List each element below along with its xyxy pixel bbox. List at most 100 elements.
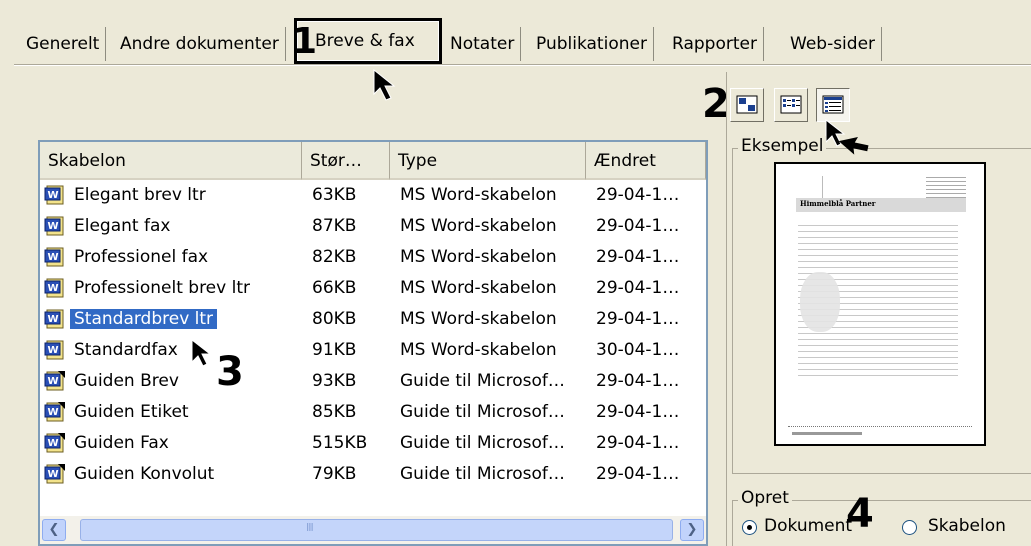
svg-text:W: W	[48, 469, 59, 480]
svg-text:W: W	[48, 376, 59, 387]
cell-type: MS Word-skabelon	[400, 211, 584, 242]
cell-size-text: 79KB	[312, 464, 357, 484]
cell-size-text: 66KB	[312, 278, 357, 298]
cell-modified-text: 29-04-1…	[596, 278, 680, 298]
cell-size: 63KB	[312, 180, 388, 211]
list-item[interactable]: W Professionel fax 82KB MS Word-skabelon 29-…	[40, 242, 706, 273]
cell-modified: 29-04-1…	[596, 304, 704, 335]
list-item[interactable]: W Guiden Fax 515KB Guide til Microsof… 29-04…	[40, 428, 706, 459]
cell-size-text: 93KB	[312, 371, 357, 391]
column-header-modified[interactable]: Ændret	[586, 142, 706, 180]
list-item[interactable]: W Guiden Konvolut 79KB Guide til Microsof… 2…	[40, 459, 706, 490]
cell-size: 79KB	[312, 459, 388, 490]
details-view-button[interactable]	[816, 88, 850, 122]
horizontal-scrollbar[interactable]: ❮ III ❯	[40, 516, 706, 544]
cell-modified: 30-04-1…	[596, 335, 704, 366]
tab-breve-fax-label: Breve & fax	[315, 31, 415, 51]
list-item[interactable]: W Elegant brev ltr 63KB MS Word-skabelon 29-…	[40, 180, 706, 211]
scroll-thumb-grip: III	[306, 521, 314, 534]
cell-name-text: Professionelt brev ltr	[74, 278, 250, 298]
tab-notater[interactable]: Notater	[444, 27, 522, 61]
cell-modified-text: 29-04-1…	[596, 185, 680, 205]
list-icon	[780, 95, 802, 114]
cell-modified: 29-04-1…	[596, 366, 704, 397]
cell-size-text: 515KB	[312, 433, 368, 453]
cell-name-text: Standardbrev ltr	[70, 309, 218, 329]
annotation-arrow-preview	[838, 137, 869, 155]
cell-name-text: Elegant brev ltr	[74, 185, 206, 205]
preview-doc-heading: Himmelblå Partner	[800, 199, 876, 208]
cell-name: Elegant brev ltr	[74, 180, 300, 211]
svg-text:W: W	[48, 438, 59, 449]
tab-andre-dokumenter[interactable]: Andre dokumenter	[114, 27, 286, 61]
cell-type-text: MS Word-skabelon	[400, 216, 557, 236]
annotation-number-3: 3	[216, 349, 244, 395]
radio-skabelon-button[interactable]	[902, 520, 917, 535]
large-icons-view-button[interactable]	[730, 88, 764, 122]
cell-name: Guiden Konvolut	[74, 459, 300, 490]
radio-dokument-button[interactable]	[742, 520, 757, 535]
cell-type-text: Guide til Microsof…	[400, 464, 565, 484]
cell-modified-text: 30-04-1…	[596, 340, 680, 360]
list-item[interactable]: W Professionelt brev ltr 66KB MS Word-skabe…	[40, 273, 706, 304]
cell-type-text: MS Word-skabelon	[400, 278, 557, 298]
column-header-skabelon[interactable]: Skabelon	[40, 142, 302, 180]
cell-size: 85KB	[312, 397, 388, 428]
cell-modified-text: 29-04-1…	[596, 371, 680, 391]
cell-name-text: Guiden Konvolut	[74, 464, 215, 484]
cell-size: 82KB	[312, 242, 388, 273]
tab-web-sider[interactable]: Web-sider	[784, 27, 883, 61]
cell-type-text: MS Word-skabelon	[400, 340, 557, 360]
cell-modified: 29-04-1…	[596, 242, 704, 273]
radio-skabelon-label: Skabelon	[928, 516, 1006, 536]
cell-name-text: Professionel fax	[74, 247, 209, 267]
cell-size: 87KB	[312, 211, 388, 242]
tab-generelt[interactable]: Generelt	[20, 27, 107, 61]
scroll-thumb[interactable]: III	[80, 519, 673, 541]
create-group-title: Opret	[738, 488, 792, 508]
list-item[interactable]: W Standardbrev ltr 80KB MS Word-skabelon 29-…	[40, 304, 706, 335]
cell-modified: 29-04-1…	[596, 428, 704, 459]
cell-modified: 29-04-1…	[596, 459, 704, 490]
svg-text:W: W	[48, 407, 59, 418]
preview-footer-text	[792, 432, 862, 435]
cell-modified: 29-04-1…	[596, 273, 704, 304]
list-item[interactable]: W Elegant fax 87KB MS Word-skabelon 29-04-1…	[40, 211, 706, 242]
right-panel-divider	[726, 72, 727, 546]
cell-name-text: Guiden Etiket	[74, 402, 189, 422]
list-item[interactable]: W Standardfax 91KB MS Word-skabelon 30-04-1…	[40, 335, 706, 366]
cell-size-text: 87KB	[312, 216, 357, 236]
svg-text:W: W	[48, 345, 59, 356]
word-template-icon: W	[44, 216, 64, 236]
cell-type-text: Guide til Microsof…	[400, 402, 565, 422]
cell-type-text: MS Word-skabelon	[400, 309, 557, 329]
column-header-type[interactable]: Type	[390, 142, 586, 180]
list-item[interactable]: W Guiden Brev 93KB Guide til Microsof… 29-04…	[40, 366, 706, 397]
cell-name: Professionel fax	[74, 242, 300, 273]
list-item[interactable]: W Guiden Etiket 85KB Guide til Microsof… 29-…	[40, 397, 706, 428]
cell-type: MS Word-skabelon	[400, 304, 584, 335]
list-view-button[interactable]	[774, 88, 808, 122]
tab-publikationer[interactable]: Publikationer	[530, 27, 654, 61]
radio-dokument-label: Dokument	[764, 516, 853, 536]
scroll-left-button[interactable]: ❮	[42, 519, 66, 541]
cell-size-text: 63KB	[312, 185, 357, 205]
template-list[interactable]: Skabelon Stør… Type Ændret W Elegant brev…	[38, 140, 708, 546]
annotation-arrow-1	[373, 68, 396, 101]
cell-modified-text: 29-04-1…	[596, 402, 680, 422]
cell-name: Standardfax	[74, 335, 300, 366]
cell-name-text: Elegant fax	[74, 216, 171, 236]
cell-type: Guide til Microsof…	[400, 459, 584, 490]
word-template-icon: W	[44, 340, 64, 360]
cell-type: MS Word-skabelon	[400, 180, 584, 211]
cell-modified-text: 29-04-1…	[596, 247, 680, 267]
column-header-size[interactable]: Stør…	[302, 142, 390, 180]
cell-name: Guiden Fax	[74, 428, 300, 459]
tab-rapporter[interactable]: Rapporter	[666, 27, 764, 61]
cell-name-text: Guiden Brev	[74, 371, 179, 391]
word-wizard-icon: W	[44, 371, 65, 391]
scroll-right-button[interactable]: ❯	[680, 519, 704, 541]
word-template-icon: W	[44, 247, 64, 267]
details-icon	[822, 95, 844, 114]
word-wizard-icon: W	[44, 402, 65, 422]
